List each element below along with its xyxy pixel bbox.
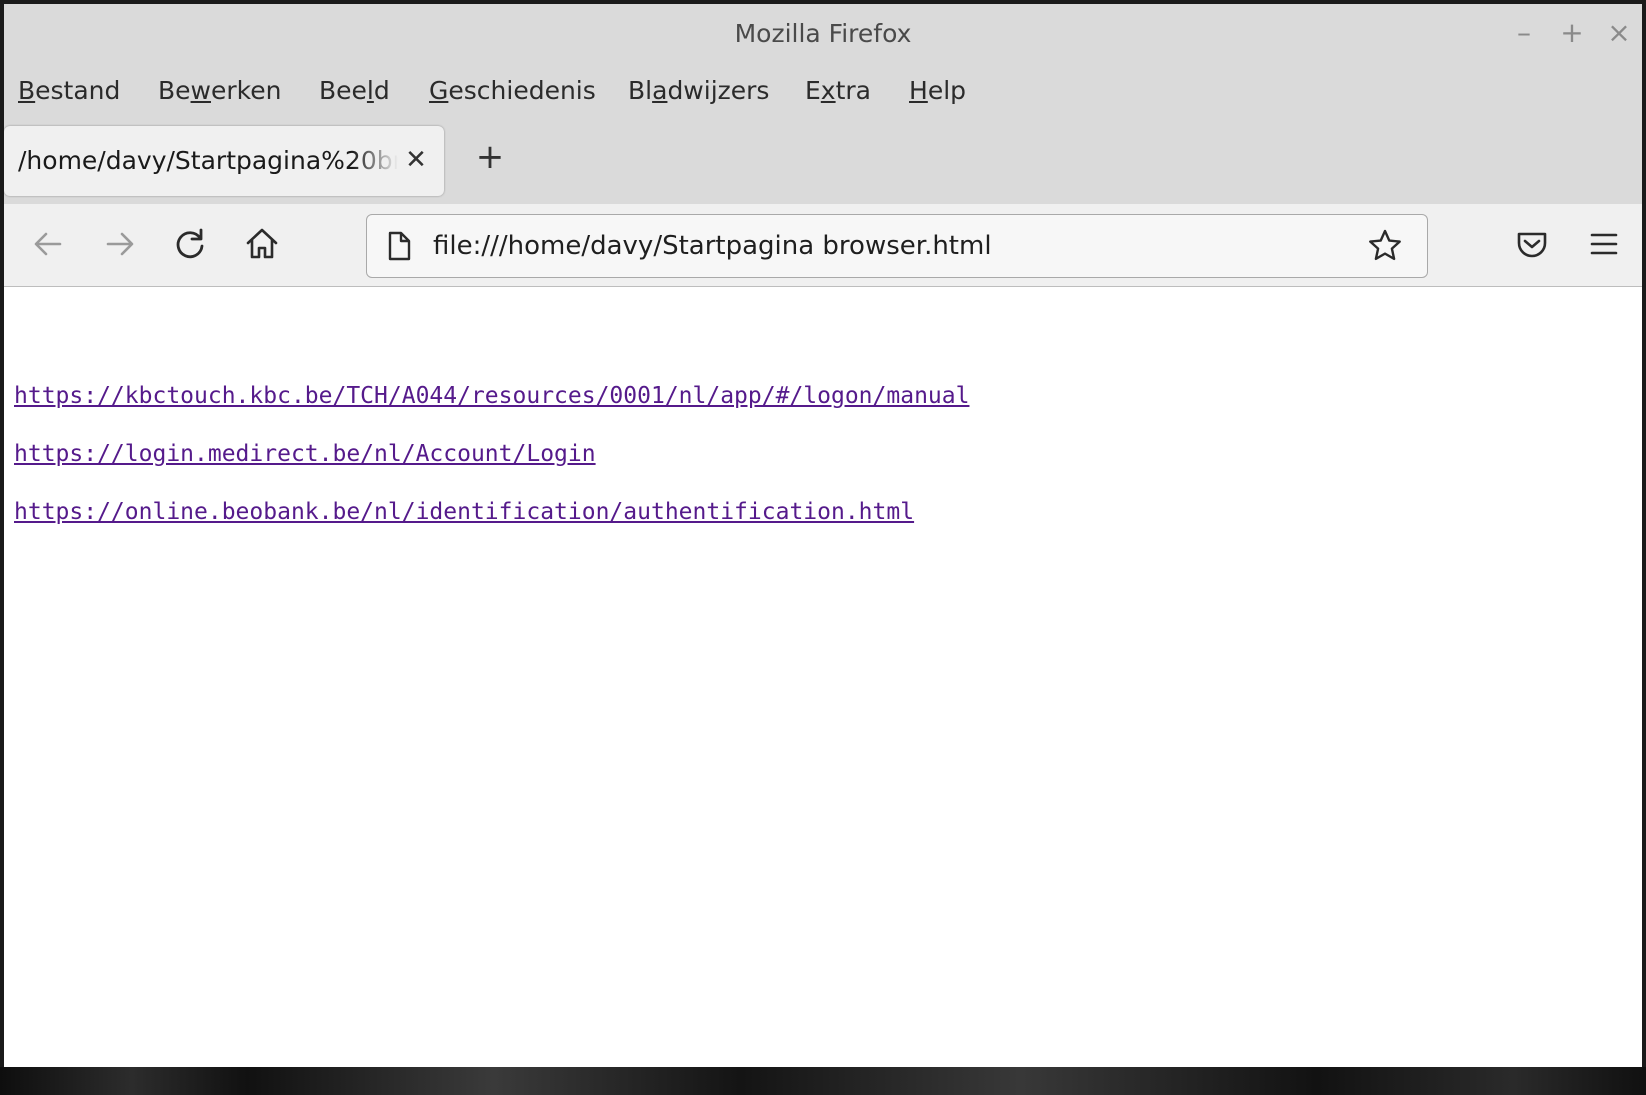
window-title: Mozilla Firefox: [734, 19, 912, 48]
menu-extra[interactable]: Extra: [805, 76, 871, 105]
pocket-icon[interactable]: [1512, 224, 1552, 264]
link-list: https://kbctouch.kbc.be/TCH/A044/resourc…: [14, 383, 969, 557]
desktop-background-strip: [0, 1067, 1646, 1095]
menu-bar: Bestand Bewerken Beeld Geschiedenis Blad…: [4, 62, 1642, 120]
close-tab-icon[interactable]: ✕: [402, 146, 430, 174]
menu-bestand[interactable]: Bestand: [18, 76, 120, 105]
menu-beeld[interactable]: Beeld: [319, 76, 390, 105]
menu-help[interactable]: Help: [909, 76, 966, 105]
url-text[interactable]: file:///home/davy/Startpagina browser.ht…: [433, 231, 992, 261]
tab-strip: /home/davy/Startpagina%20browser.html ✕ …: [4, 120, 1642, 205]
maximize-button[interactable]: +: [1555, 16, 1589, 50]
tab-startpagina[interactable]: /home/davy/Startpagina%20browser.html ✕: [4, 126, 444, 196]
new-tab-button[interactable]: +: [472, 140, 508, 176]
tab-label: /home/davy/Startpagina%20browser.html: [18, 146, 398, 175]
hamburger-menu-icon[interactable]: [1584, 224, 1624, 264]
page-content: https://kbctouch.kbc.be/TCH/A044/resourc…: [4, 287, 1642, 1067]
link-medirect[interactable]: https://login.medirect.be/nl/Account/Log…: [14, 441, 969, 468]
star-bookmark-icon[interactable]: [1367, 228, 1403, 264]
browser-window: Mozilla Firefox – + × Bestand Bewerken B…: [4, 4, 1642, 1067]
forward-arrow-icon[interactable]: [100, 224, 140, 264]
home-icon[interactable]: [242, 224, 282, 264]
minimize-button[interactable]: –: [1507, 16, 1541, 50]
menu-bladwijzers[interactable]: Bladwijzers: [628, 76, 769, 105]
close-window-button[interactable]: ×: [1602, 16, 1636, 50]
back-arrow-icon[interactable]: [28, 224, 68, 264]
menu-bewerken[interactable]: Bewerken: [158, 76, 281, 105]
menu-geschiedenis[interactable]: Geschiedenis: [429, 76, 596, 105]
navigation-toolbar: file:///home/davy/Startpagina browser.ht…: [4, 204, 1642, 287]
link-beobank[interactable]: https://online.beobank.be/nl/identificat…: [14, 499, 969, 526]
link-kbctouch[interactable]: https://kbctouch.kbc.be/TCH/A044/resourc…: [14, 383, 969, 410]
title-bar: Mozilla Firefox – + ×: [4, 4, 1642, 62]
address-bar[interactable]: file:///home/davy/Startpagina browser.ht…: [366, 214, 1428, 278]
page-icon: [388, 231, 411, 261]
reload-icon[interactable]: [170, 224, 210, 264]
